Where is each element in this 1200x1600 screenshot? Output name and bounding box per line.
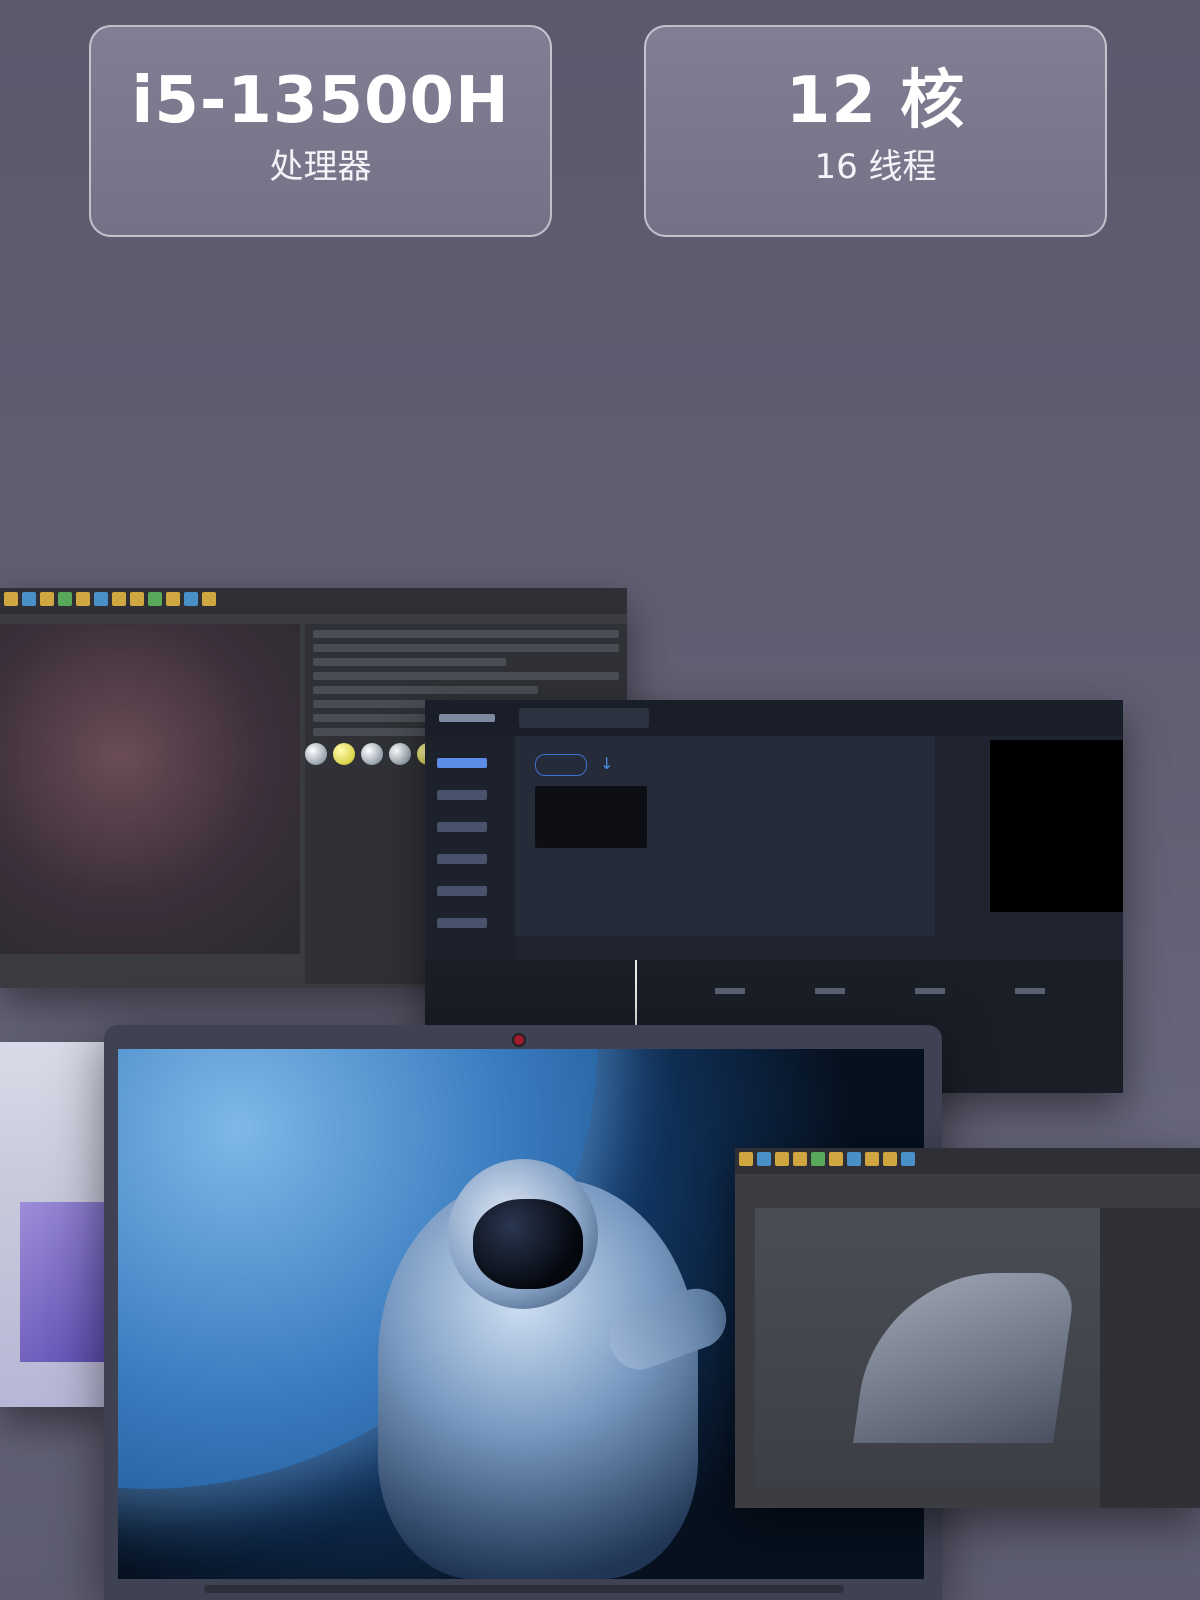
laptop-hinge [204,1585,844,1593]
media-thumbnail[interactable] [535,786,647,848]
curved-surface-model [853,1273,1077,1443]
core-spec-card: 12 核 16 线程 [644,25,1107,237]
astronaut-visor [473,1199,583,1289]
material-swatches [305,743,439,765]
sidebar-item-media[interactable] [437,758,487,768]
purple-graphic [20,1202,110,1362]
core-count: 12 核 [785,64,966,138]
c4d-viewport [0,624,300,954]
c4d-toolbar [0,588,627,614]
editor-sidebar [425,736,515,996]
download-icon[interactable]: ↓ [600,754,613,773]
sidebar-item-4[interactable] [437,854,487,864]
project-name-field[interactable] [519,708,649,728]
camera-icon [512,1033,526,1047]
c4d-object-list [1100,1208,1200,1508]
media-panel: ↓ [515,736,935,936]
app-window-left-strip [0,1042,110,1407]
sidebar-item-5[interactable] [437,886,487,896]
sidebar-item-3[interactable] [437,822,487,832]
sidebar-item-6[interactable] [437,918,487,928]
cpu-spec-card: i5-13500H 处理器 [89,25,552,237]
cpu-label: 处理器 [269,147,372,187]
editor-header [425,700,1123,736]
upload-button[interactable] [535,754,587,776]
preview-player [990,740,1123,912]
cpu-model: i5-13500H [131,64,510,138]
c4d-window-right [735,1148,1200,1508]
timeline-playhead[interactable] [635,960,637,1030]
back-to-projects[interactable] [439,714,495,722]
sidebar-item-2[interactable] [437,790,487,800]
thread-count: 16 线程 [814,147,937,187]
c4d-viewport-right [755,1208,1100,1488]
c4d-toolbar-right [735,1148,1200,1174]
